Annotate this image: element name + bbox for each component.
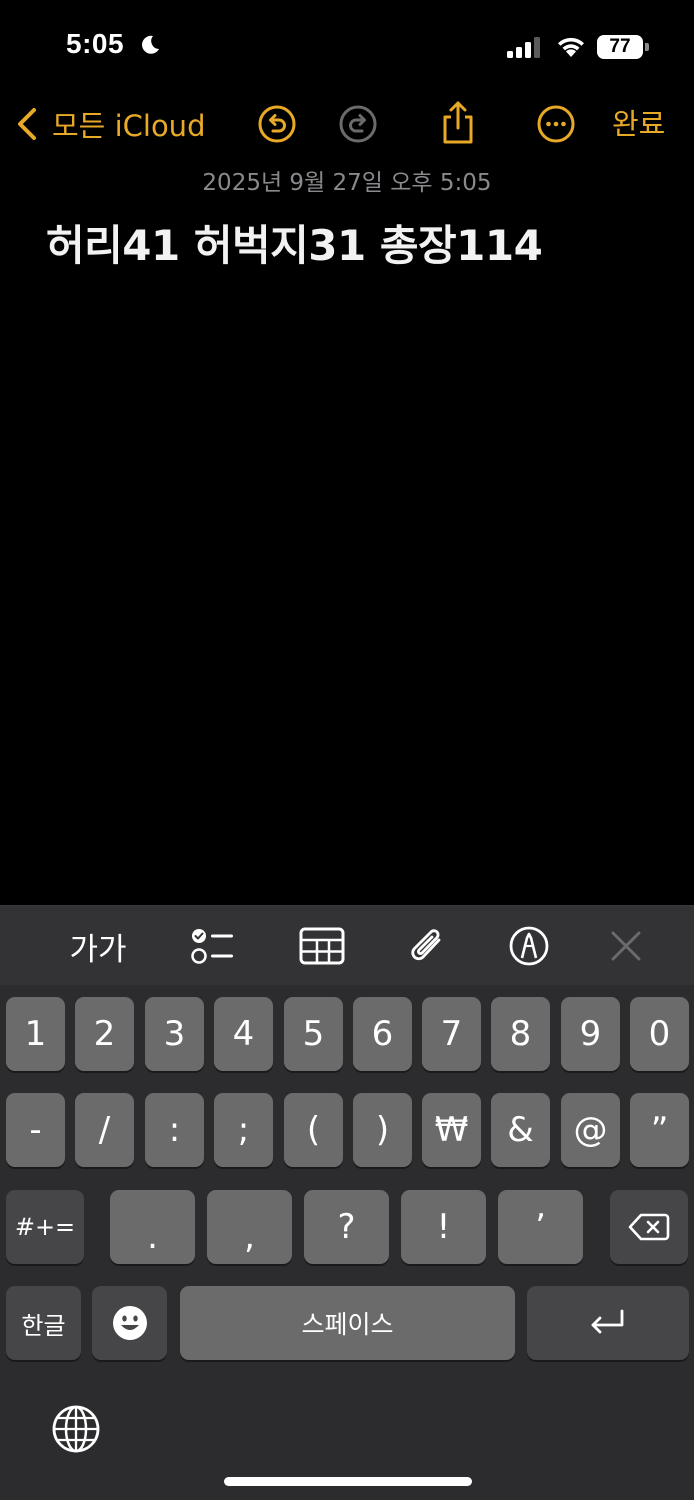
key-period[interactable]: .: [110, 1190, 195, 1264]
key-8[interactable]: 8: [491, 997, 550, 1071]
chevron-left-icon: [18, 108, 36, 140]
key-won[interactable]: ₩: [422, 1093, 481, 1167]
key-2[interactable]: 2: [75, 997, 134, 1071]
wifi-icon: [558, 37, 584, 57]
key-4[interactable]: 4: [214, 997, 273, 1071]
delete-key[interactable]: [610, 1190, 688, 1264]
more-icon[interactable]: [536, 104, 576, 144]
key-9[interactable]: 9: [561, 997, 620, 1071]
battery-icon: 77: [597, 35, 649, 59]
attachment-icon[interactable]: [406, 924, 450, 968]
key-semicolon[interactable]: ;: [214, 1093, 273, 1167]
battery-level: 77: [597, 35, 643, 59]
share-icon[interactable]: [438, 100, 478, 146]
key-period-label: .: [147, 1217, 158, 1257]
key-6[interactable]: 6: [353, 997, 412, 1071]
key-close-paren[interactable]: ): [353, 1093, 412, 1167]
key-5[interactable]: 5: [284, 997, 343, 1071]
return-icon: [591, 1309, 624, 1334]
key-0[interactable]: 0: [630, 997, 689, 1071]
key-question[interactable]: ?: [304, 1190, 389, 1264]
key-hyphen[interactable]: -: [6, 1093, 65, 1167]
back-label: 모든 iCloud: [52, 109, 206, 143]
format-toolbar: 가가: [0, 905, 694, 985]
back-button[interactable]: 모든 iCloud: [14, 104, 205, 144]
battery-cap: [645, 43, 649, 51]
delete-icon: [628, 1213, 670, 1241]
key-1[interactable]: 1: [6, 997, 65, 1071]
return-key[interactable]: [527, 1286, 689, 1360]
key-7[interactable]: 7: [422, 997, 481, 1071]
key-quote[interactable]: ”: [630, 1093, 689, 1167]
checklist-icon[interactable]: [188, 924, 236, 968]
key-comma[interactable]: ,: [207, 1190, 292, 1264]
home-indicator[interactable]: [224, 1477, 472, 1486]
redo-icon[interactable]: [338, 104, 378, 144]
key-colon[interactable]: :: [145, 1093, 204, 1167]
keyboard: 1 2 3 4 5 6 7 8 9 0 - / : ; ( ) ₩ & @ ” …: [0, 985, 694, 1500]
emoji-key[interactable]: [92, 1286, 167, 1360]
undo-icon[interactable]: [257, 104, 297, 144]
key-3[interactable]: 3: [145, 997, 204, 1071]
cellular-signal-icon: [507, 37, 540, 58]
markup-icon[interactable]: [508, 924, 550, 968]
table-icon[interactable]: [298, 924, 346, 968]
text-style-button[interactable]: 가가: [66, 924, 130, 968]
status-time: 5:05: [66, 28, 125, 59]
close-icon[interactable]: [606, 924, 646, 968]
key-exclamation[interactable]: !: [401, 1190, 486, 1264]
key-slash[interactable]: /: [75, 1093, 134, 1167]
globe-icon[interactable]: [51, 1404, 101, 1454]
emoji-icon: [112, 1306, 147, 1340]
language-key[interactable]: 한글: [6, 1286, 81, 1360]
note-title[interactable]: 허리41 허벅지31 총장114: [46, 212, 543, 273]
key-ampersand[interactable]: &: [491, 1093, 550, 1167]
moon-icon: [142, 35, 159, 54]
key-comma-label: ,: [244, 1217, 255, 1257]
space-key[interactable]: 스페이스: [180, 1286, 515, 1360]
key-at[interactable]: @: [561, 1093, 620, 1167]
done-button[interactable]: 완료: [612, 104, 665, 144]
text-style-label: 가가: [69, 931, 127, 968]
symbols-toggle-key[interactable]: #+=: [6, 1190, 84, 1264]
key-open-paren[interactable]: (: [284, 1093, 343, 1167]
note-date: 2025년 9월 27일 오후 5:05: [202, 170, 492, 196]
key-apostrophe[interactable]: ’: [498, 1190, 583, 1264]
